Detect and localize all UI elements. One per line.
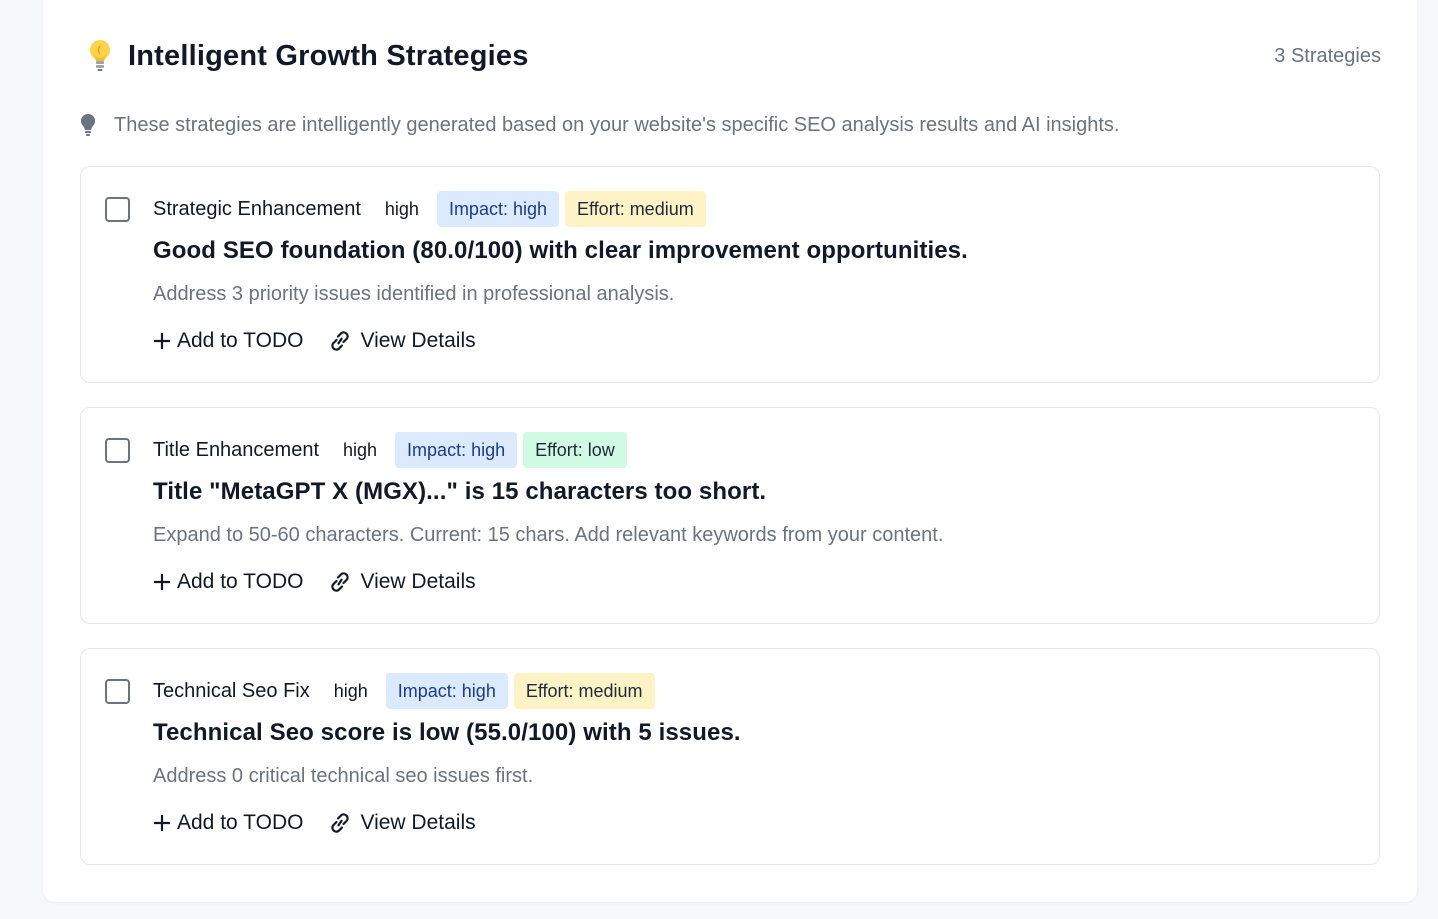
view-details-label: View Details	[360, 570, 476, 593]
strategy-title: Technical Seo score is low (55.0/100) wi…	[153, 719, 741, 746]
page-title: Intelligent Growth Strategies	[128, 39, 529, 72]
strategy-checkbox[interactable]	[105, 197, 130, 222]
view-details-label: View Details	[360, 811, 476, 834]
strategy-card: Technical Seo Fix high Impact: high Effo…	[80, 648, 1380, 865]
strategy-title: Good SEO foundation (80.0/100) with clea…	[153, 237, 968, 264]
strategy-checkbox[interactable]	[105, 679, 130, 704]
view-details-label: View Details	[360, 329, 476, 352]
strategy-actions: Add to TODO View Details	[153, 811, 476, 835]
plus-icon	[153, 332, 171, 350]
plus-icon	[153, 814, 171, 832]
view-details-button[interactable]: View Details	[327, 329, 476, 353]
intro-text: These strategies are intelligently gener…	[114, 113, 1120, 136]
header-left: Intelligent Growth Strategies	[85, 38, 529, 74]
strategy-category: Title Enhancement	[153, 438, 320, 461]
strategy-meta: Strategic Enhancement high Impact: high …	[153, 191, 712, 227]
add-to-todo-button[interactable]: Add to TODO	[153, 570, 303, 594]
effort-badge: Effort: low	[523, 432, 627, 468]
strategy-meta: Title Enhancement high Impact: high Effo…	[153, 432, 633, 468]
priority-label: high	[333, 680, 368, 701]
effort-badge: Effort: medium	[513, 673, 655, 709]
add-to-todo-label: Add to TODO	[177, 811, 304, 834]
lightbulb-icon	[78, 112, 98, 138]
strategy-actions: Add to TODO View Details	[153, 329, 476, 353]
strategy-title: Title "MetaGPT X (MGX)..." is 15 charact…	[153, 478, 767, 505]
panel-header: Intelligent Growth Strategies 3 Strategi…	[85, 36, 1381, 76]
view-details-button[interactable]: View Details	[327, 811, 476, 835]
link-icon	[327, 812, 353, 834]
lightbulb-icon	[85, 38, 115, 74]
priority-label: high	[343, 439, 378, 460]
link-icon	[327, 571, 353, 593]
link-icon	[327, 330, 353, 352]
strategy-category: Technical Seo Fix	[153, 679, 310, 702]
strategy-checkbox[interactable]	[105, 438, 130, 463]
add-to-todo-label: Add to TODO	[177, 329, 304, 352]
impact-badge: Impact: high	[395, 432, 518, 468]
strategy-card: Strategic Enhancement high Impact: high …	[80, 166, 1380, 383]
add-to-todo-label: Add to TODO	[177, 570, 304, 593]
strategy-description: Address 0 critical technical seo issues …	[153, 765, 534, 787]
add-to-todo-button[interactable]: Add to TODO	[153, 811, 303, 835]
impact-badge: Impact: high	[385, 673, 508, 709]
strategy-description: Expand to 50-60 characters. Current: 15 …	[153, 524, 944, 546]
impact-badge: Impact: high	[436, 191, 559, 227]
plus-icon	[153, 573, 171, 591]
strategy-category: Strategic Enhancement	[153, 197, 361, 220]
strategy-count: 3 Strategies	[1274, 44, 1381, 67]
add-to-todo-button[interactable]: Add to TODO	[153, 329, 303, 353]
effort-badge: Effort: medium	[565, 191, 706, 227]
strategy-actions: Add to TODO View Details	[153, 570, 476, 594]
priority-label: high	[384, 198, 419, 219]
strategy-description: Address 3 priority issues identified in …	[153, 283, 675, 305]
intro-note: These strategies are intelligently gener…	[78, 112, 1119, 138]
view-details-button[interactable]: View Details	[327, 570, 476, 594]
strategy-card: Title Enhancement high Impact: high Effo…	[80, 407, 1380, 624]
strategy-meta: Technical Seo Fix high Impact: high Effo…	[153, 673, 661, 709]
